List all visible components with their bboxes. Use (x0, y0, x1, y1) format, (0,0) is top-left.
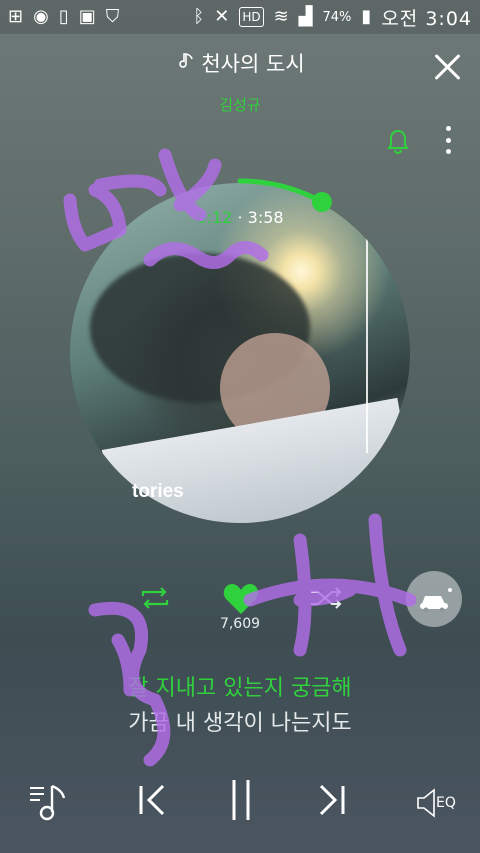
heart-icon[interactable] (222, 582, 260, 616)
bottom-controls: EQ (0, 778, 480, 838)
car-icon (420, 588, 452, 613)
wifi-icon: ≋ (273, 6, 289, 27)
total-time: 3:58 (247, 208, 284, 227)
current-time: 0:12 (196, 208, 233, 227)
repeat-icon[interactable] (138, 584, 172, 612)
next-icon[interactable] (316, 778, 346, 822)
phone-icon: ▯ (58, 6, 69, 27)
song-title: 천사의 도시 (201, 52, 305, 76)
close-button[interactable] (432, 52, 462, 82)
song-title-row[interactable]: 천사의 도시 (175, 48, 305, 78)
signal-icon: ▟ (298, 6, 313, 27)
lyric-next[interactable]: 가끔 내 생각이 나는지도 (0, 705, 480, 737)
shuffle-icon[interactable] (308, 584, 344, 612)
bluetooth-icon: ᛒ (193, 6, 205, 27)
more-options-icon[interactable] (444, 126, 452, 154)
music-note-icon (175, 51, 195, 76)
eq-label: EQ (436, 795, 456, 811)
clock: 오전 3:04 (381, 7, 472, 30)
sync-icon: ◉ (33, 6, 49, 27)
bell-icon[interactable] (386, 128, 410, 154)
lyric-current[interactable]: 잘 지내고 있는지 궁금해 (0, 670, 480, 702)
battery-icon: ▮ (361, 6, 372, 27)
status-bar: ⊞ ◉ ▯ ▣ ⛉ ᛒ ✕ HD ≋ ▟ 74% ▮ 오전 3:04 (0, 0, 480, 34)
song-header: 천사의 도시 (0, 48, 480, 78)
add-notification-icon: ⊞ (8, 6, 24, 27)
image-icon: ▣ (78, 6, 96, 27)
progress-arc (237, 178, 325, 205)
battery-percent: 74% (322, 9, 352, 25)
previous-icon[interactable] (138, 778, 168, 822)
speaker-icon (417, 788, 435, 818)
time-separator: · (237, 208, 243, 227)
like-count: 7,609 (219, 616, 261, 632)
hd-icon: HD (239, 7, 264, 27)
playback-time: 0:12 · 3:58 (0, 208, 480, 227)
shield-icon: ⛉ (105, 6, 120, 27)
album-art-container[interactable]: tories (70, 178, 410, 523)
eq-button[interactable]: EQ (416, 788, 456, 818)
pause-icon[interactable] (228, 778, 254, 822)
mute-icon: ✕ (214, 6, 230, 27)
progress-ring[interactable] (64, 175, 416, 527)
status-right: ᛒ ✕ HD ≋ ▟ 74% ▮ 오전 3:04 (193, 4, 472, 31)
playlist-icon[interactable] (28, 778, 70, 822)
artist-name[interactable]: 김성규 (0, 94, 480, 115)
car-mode-button[interactable] (406, 571, 462, 627)
status-left: ⊞ ◉ ▯ ▣ ⛉ (8, 8, 119, 26)
